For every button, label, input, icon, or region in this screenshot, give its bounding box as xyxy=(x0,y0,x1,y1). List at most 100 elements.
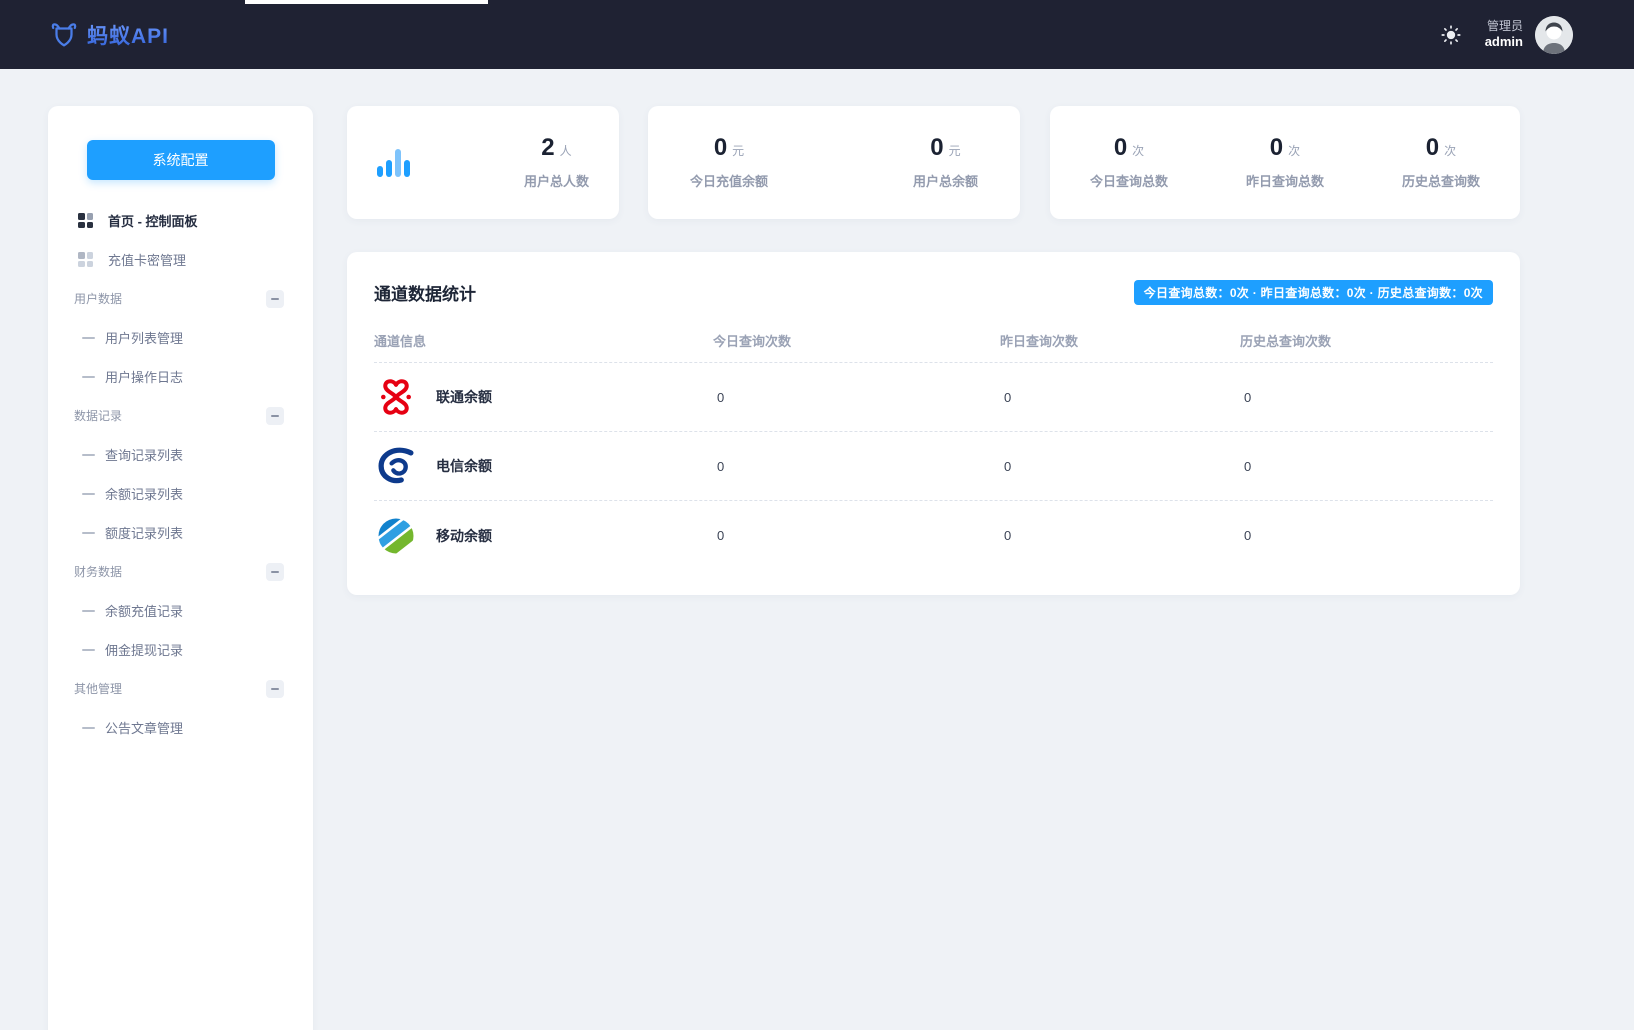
sidebar-item-label: 余额充值记录 xyxy=(105,604,184,619)
yesterday-query-count: 0 xyxy=(1004,389,1012,405)
dash-icon xyxy=(82,531,95,534)
total-query-count: 0 xyxy=(1244,389,1252,405)
stat-unit: 次 xyxy=(1132,143,1145,158)
channel-stats-panel: 通道数据统计 今日查询总数：0次 · 昨日查询总数：0次 · 历史总查询数：0次… xyxy=(347,252,1520,595)
stat-label: 用户总人数 xyxy=(523,173,589,189)
sidebar-item-balance-record-list[interactable]: 余额记录列表 xyxy=(48,474,313,513)
ant-logo-icon xyxy=(49,20,79,50)
sidebar-item-label: 额度记录列表 xyxy=(105,526,184,541)
sidebar-item-commission-withdraw[interactable]: 佣金提现记录 xyxy=(48,630,313,669)
bar-chart-icon xyxy=(377,148,410,177)
stat-block: 0元 今日充值余额 xyxy=(690,133,769,190)
app-logo-text: 蚂蚁API xyxy=(87,20,169,50)
column-header-total-queries: 历史总查询次数 xyxy=(1240,334,1332,349)
dash-icon xyxy=(82,375,95,378)
stat-card-balance: 0元 今日充值余额 0元 用户总余额 xyxy=(648,106,1020,219)
channel-name: 电信余额 xyxy=(436,458,492,474)
sidebar-item-label: 余额记录列表 xyxy=(105,487,184,502)
stat-unit: 次 xyxy=(1444,143,1457,158)
user-menu[interactable]: 管理员 admin xyxy=(1485,19,1523,50)
panel-title: 通道数据统计 xyxy=(374,285,476,304)
stat-value: 2 xyxy=(541,133,555,161)
stat-block: 2人 用户总人数 xyxy=(523,133,589,190)
stat-value: 0 xyxy=(1425,133,1440,161)
stat-value: 0 xyxy=(713,133,728,161)
theme-toggle-sun-icon[interactable] xyxy=(1441,24,1461,45)
dash-icon xyxy=(82,648,95,651)
sidebar-item-label: 公告文章管理 xyxy=(105,721,184,736)
table-row: 移动余额 0 0 0 xyxy=(374,501,1493,570)
sidebar-item-label: 查询记录列表 xyxy=(105,448,184,463)
sidebar-item-home-dashboard[interactable]: 首页 - 控制面板 xyxy=(48,201,313,240)
channel-name: 联通余额 xyxy=(436,389,492,405)
panel-header: 通道数据统计 今日查询总数：0次 · 昨日查询总数：0次 · 历史总查询数：0次 xyxy=(347,252,1520,305)
today-query-count: 0 xyxy=(717,528,725,543)
stat-unit: 元 xyxy=(732,143,745,158)
column-header-today-queries: 今日查询次数 xyxy=(713,334,792,349)
yesterday-query-count: 0 xyxy=(1004,528,1012,543)
unicom-logo xyxy=(374,375,418,419)
user-name-label: admin xyxy=(1484,33,1523,49)
dashboard-page: 蚂蚁API 管理员 admin 系统配置 首页 - 控制面板 充值卡密管理 用户… xyxy=(0,0,1634,1030)
dash-icon xyxy=(82,726,95,729)
collapse-minus-button[interactable] xyxy=(266,679,284,698)
sidebar-menu: 首页 - 控制面板 充值卡密管理 用户数据 用户列表管理 用户操作日志 数据记录… xyxy=(48,201,313,747)
channel-name: 移动余额 xyxy=(436,527,492,544)
mobile-logo xyxy=(374,514,418,558)
table-row: 电信余额 0 0 0 xyxy=(374,432,1493,501)
stat-unit: 人 xyxy=(559,143,572,158)
sidebar-item-user-action-log[interactable]: 用户操作日志 xyxy=(48,357,313,396)
collapse-minus-button[interactable] xyxy=(266,289,284,308)
stat-value: 0 xyxy=(1269,133,1284,161)
sidebar-item-recharge-card-mgmt[interactable]: 充值卡密管理 xyxy=(48,240,313,279)
collapse-minus-button[interactable] xyxy=(266,406,284,425)
telecom-logo xyxy=(374,444,418,488)
sidebar-section-label: 财务数据 xyxy=(74,565,123,579)
collapse-minus-button[interactable] xyxy=(266,562,284,581)
stat-value: 0 xyxy=(930,133,944,161)
sidebar-item-query-record-list[interactable]: 查询记录列表 xyxy=(48,435,313,474)
sidebar-item-quota-record-list[interactable]: 额度记录列表 xyxy=(48,513,313,552)
stat-block: 0元 用户总余额 xyxy=(912,133,978,190)
sidebar-item-label: 首页 - 控制面板 xyxy=(108,214,198,229)
column-header-channel-info: 通道信息 xyxy=(374,334,427,349)
system-config-button[interactable]: 系统配置 xyxy=(86,140,275,180)
app-logo[interactable]: 蚂蚁API xyxy=(49,20,169,50)
stat-label: 用户总余额 xyxy=(912,173,978,189)
sidebar-item-balance-recharge-log[interactable]: 余额充值记录 xyxy=(48,591,313,630)
sidebar-section-label: 数据记录 xyxy=(74,409,123,423)
stat-block: 0次 今日查询总数 xyxy=(1090,133,1168,190)
sidebar-item-announcement-mgmt[interactable]: 公告文章管理 xyxy=(48,708,313,747)
dash-icon xyxy=(82,609,95,612)
user-role-label: 管理员 xyxy=(1486,18,1523,33)
sidebar-item-label: 用户操作日志 xyxy=(105,370,184,385)
channel-table: 通道信息 今日查询次数 昨日查询次数 历史总查询次数 联通余额 0 0 0 电信… xyxy=(374,319,1493,570)
stat-label: 今日充值余额 xyxy=(690,173,769,189)
today-query-count: 0 xyxy=(717,389,725,405)
stat-card-users: 2人 用户总人数 xyxy=(347,106,619,219)
sidebar-item-other-mgmt: 其他管理 xyxy=(48,669,313,708)
total-query-count: 0 xyxy=(1244,528,1252,543)
stat-value: 0 xyxy=(1113,133,1128,161)
stat-block: 0次 历史总查询数 xyxy=(1401,133,1480,190)
sidebar-section-label: 用户数据 xyxy=(74,292,123,306)
stat-block: 0次 昨日查询总数 xyxy=(1246,133,1324,190)
table-header-row: 通道信息 今日查询次数 昨日查询次数 历史总查询次数 xyxy=(374,319,1493,363)
total-query-count: 0 xyxy=(1244,458,1252,474)
avatar[interactable] xyxy=(1535,15,1573,54)
stat-unit: 次 xyxy=(1288,143,1301,158)
table-row: 联通余额 0 0 0 xyxy=(374,363,1493,432)
sidebar-item-label: 充值卡密管理 xyxy=(108,253,187,268)
sidebar-item-data-records: 数据记录 xyxy=(48,396,313,435)
grid-icon xyxy=(78,213,93,228)
query-summary-badge: 今日查询总数：0次 · 昨日查询总数：0次 · 历史总查询数：0次 xyxy=(1133,280,1493,305)
dash-icon xyxy=(82,492,95,495)
stat-label: 历史总查询数 xyxy=(1401,173,1480,189)
top-navbar: 蚂蚁API 管理员 admin xyxy=(0,0,1634,69)
dash-icon xyxy=(82,336,95,339)
sidebar-item-user-data: 用户数据 xyxy=(48,279,313,318)
sidebar-item-user-list-mgmt[interactable]: 用户列表管理 xyxy=(48,318,313,357)
sidebar: 系统配置 首页 - 控制面板 充值卡密管理 用户数据 用户列表管理 用户操作日志… xyxy=(48,106,313,1030)
grid-icon xyxy=(78,252,93,267)
sidebar-item-label: 用户列表管理 xyxy=(105,331,184,346)
